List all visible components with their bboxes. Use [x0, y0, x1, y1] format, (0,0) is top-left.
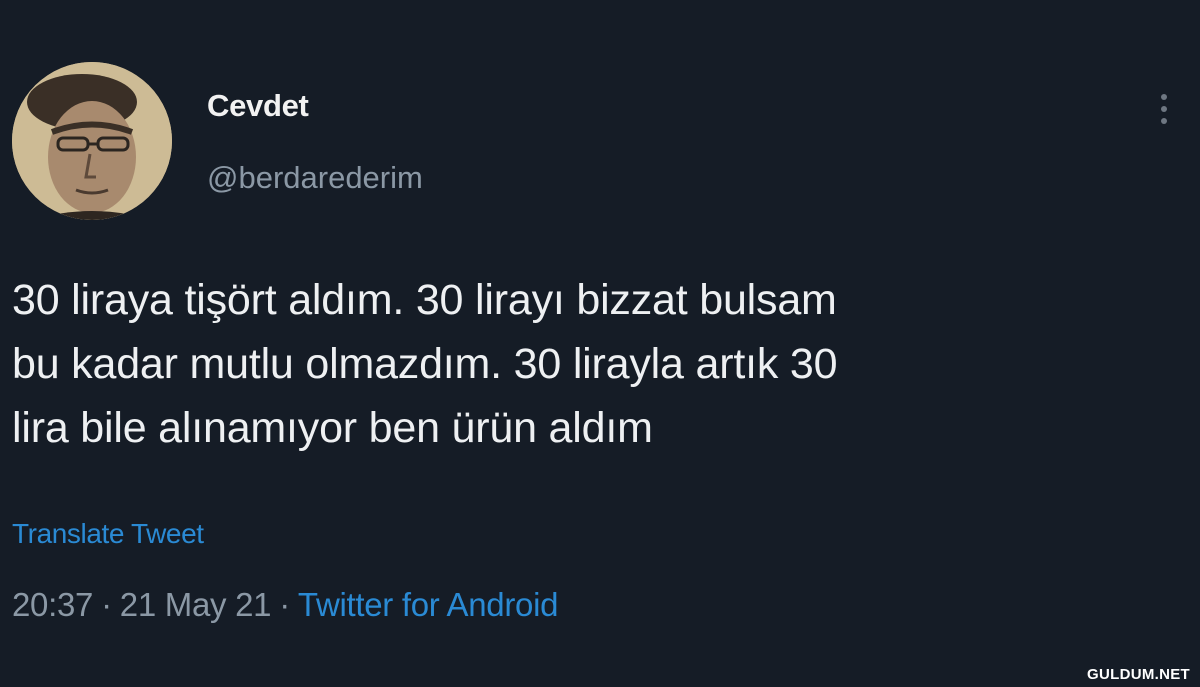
tweet-metadata: 20:37 · 21 May 21 · Twitter for Android	[12, 586, 558, 624]
tweet-text: 30 liraya tişört aldım. 30 lirayı bizzat…	[12, 268, 1172, 460]
separator: ·	[101, 586, 112, 623]
more-dot	[1161, 94, 1167, 100]
tweet-text-line: lira bile alınamıyor ben ürün aldım	[12, 404, 653, 452]
tweet-text-line: bu kadar mutlu olmazdım. 30 lirayla artı…	[12, 340, 838, 388]
avatar[interactable]	[12, 62, 172, 220]
author-display-name[interactable]: Cevdet	[207, 88, 309, 124]
watermark: GULDUM.NET	[1087, 666, 1190, 683]
author-handle[interactable]: @berdarederim	[207, 160, 423, 196]
tweet-text-line: 30 liraya tişört aldım. 30 lirayı bizzat…	[12, 276, 837, 324]
tweet-time[interactable]: 20:37	[12, 586, 93, 623]
more-options-icon[interactable]	[1150, 84, 1178, 134]
tweet-date[interactable]: 21 May 21	[120, 586, 272, 623]
more-dot	[1161, 106, 1167, 112]
avatar-image	[12, 62, 172, 220]
tweet-source-link[interactable]: Twitter for Android	[298, 586, 559, 623]
separator: ·	[279, 586, 290, 623]
translate-tweet-link[interactable]: Translate Tweet	[12, 518, 204, 550]
more-dot	[1161, 118, 1167, 124]
